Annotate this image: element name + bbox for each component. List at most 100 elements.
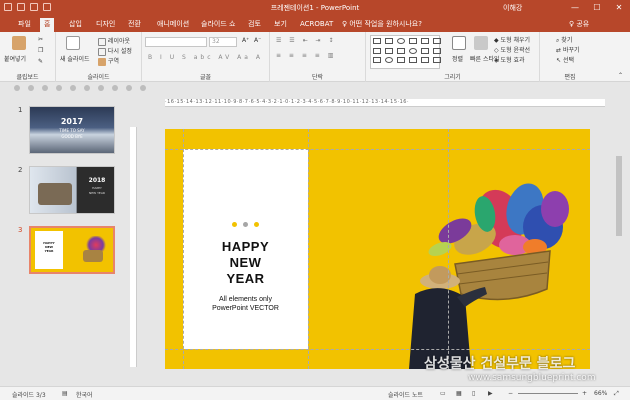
thumbnail-text: TIME TO SAY xyxy=(59,128,85,133)
shapes-gallery[interactable] xyxy=(370,35,441,69)
tab-design[interactable]: 디자인 xyxy=(92,18,119,32)
tool-icon[interactable] xyxy=(28,85,34,91)
vertical-scrollbar[interactable] xyxy=(614,96,624,386)
fit-to-window-icon[interactable]: ⤢ xyxy=(614,390,619,398)
reset-button[interactable]: 다시 설정 xyxy=(98,46,132,56)
tab-home[interactable]: 홈 xyxy=(40,18,55,32)
tool-icon[interactable] xyxy=(84,85,90,91)
headline-line: YEAR xyxy=(226,271,265,286)
tool-icon[interactable] xyxy=(56,85,62,91)
share-button[interactable]: ♀ 공유 xyxy=(565,18,593,32)
tab-view[interactable]: 보기 xyxy=(270,18,291,32)
tab-review[interactable]: 검토 xyxy=(244,18,265,32)
language-status[interactable]: 한국어 xyxy=(76,390,93,399)
group-label-drawing: 그리기 xyxy=(444,74,461,81)
new-slide-button[interactable]: 새 슬라이드 xyxy=(60,54,90,63)
tool-icon[interactable] xyxy=(126,85,132,91)
decorative-dots xyxy=(183,221,308,229)
reset-icon xyxy=(98,47,106,56)
thumbnail-number: 2 xyxy=(18,166,23,174)
font-name-field[interactable] xyxy=(145,37,207,47)
shrink-font-icon[interactable]: A⁻ xyxy=(254,37,261,44)
tab-acrobat[interactable]: ACROBAT xyxy=(296,18,337,32)
notes-button[interactable]: 슬라이드 노트 xyxy=(388,390,423,399)
white-text-card[interactable]: HAPPY NEW YEAR All elements only PowerPo… xyxy=(183,149,308,349)
font-format-buttons[interactable]: B I U S abc AV Aa A xyxy=(148,54,263,61)
format-painter-icon[interactable]: ✎ xyxy=(38,58,43,65)
thumbnail-text: NEW YEAR xyxy=(89,191,105,195)
thumbnail-text: 2017 xyxy=(60,117,84,126)
tab-insert[interactable]: 삽입 xyxy=(65,18,86,32)
zoom-in-icon[interactable]: + xyxy=(582,390,587,397)
current-slide[interactable]: HAPPY NEW YEAR All elements only PowerPo… xyxy=(165,129,590,369)
slide-sorter-icon[interactable]: ▦ xyxy=(456,390,462,397)
layout-button[interactable]: 레이아웃 xyxy=(98,36,130,46)
collapse-ribbon-icon[interactable]: ⌃ xyxy=(618,72,623,79)
tab-file[interactable]: 파일 xyxy=(14,18,35,32)
shape-outline-button[interactable]: ◇ 도형 윤곽선 xyxy=(494,45,530,54)
thumbnail-number: 1 xyxy=(18,106,23,114)
dot xyxy=(243,222,248,227)
tool-icon[interactable] xyxy=(112,85,118,91)
thumbnail-slide-1[interactable]: 2017 TIME TO SAY GOOD BYE xyxy=(29,106,115,154)
thumbnail-slide-3[interactable]: HAPPY NEW YEAR xyxy=(29,226,115,274)
copy-icon[interactable]: ❐ xyxy=(38,47,43,54)
arrange-button[interactable]: 정렬 xyxy=(452,54,463,63)
group-label-font: 글꼴 xyxy=(199,74,212,81)
tool-icon[interactable] xyxy=(70,85,76,91)
font-size-field[interactable]: 32 xyxy=(209,37,237,47)
guide-line xyxy=(448,129,449,369)
shape-fill-button[interactable]: ◆ 도형 채우기 xyxy=(494,35,530,44)
zoom-level[interactable]: 66% xyxy=(594,390,607,397)
tab-animations[interactable]: 애니메이션 xyxy=(153,18,193,32)
grow-font-icon[interactable]: A⁺ xyxy=(242,37,249,44)
maximize-button[interactable]: ☐ xyxy=(586,0,608,16)
slideshow-view-icon[interactable]: ▶ xyxy=(488,390,493,397)
section-button[interactable]: 구역 xyxy=(98,56,119,66)
tell-me-search[interactable]: ♀ 어떤 작업을 원하시나요? xyxy=(338,18,426,32)
replace-button[interactable]: ⇄ 바꾸기 xyxy=(556,45,580,54)
replace-icon: ⇄ xyxy=(556,47,562,54)
close-button[interactable]: ✕ xyxy=(608,0,630,16)
proofing-icon[interactable]: ▤ xyxy=(62,390,68,397)
normal-view-icon[interactable]: ▭ xyxy=(440,390,446,397)
jeep-image xyxy=(38,183,72,205)
find-icon: ⌕ xyxy=(556,37,560,44)
paste-button[interactable]: 붙여넣기 xyxy=(4,54,26,63)
subtitle-line: All elements only xyxy=(219,296,272,303)
headline-text[interactable]: HAPPY NEW YEAR xyxy=(183,239,308,287)
photo-person-with-flower-basket[interactable] xyxy=(395,169,585,369)
shape-fill-icon: ◆ xyxy=(494,37,499,44)
scrollbar-thumb[interactable] xyxy=(616,156,622,236)
tab-slideshow[interactable]: 슬라이드 쇼 xyxy=(197,18,239,32)
list-buttons[interactable]: ☰ ☰ ⇤ ⇥ ↕ xyxy=(276,37,336,44)
thumbnail-number: 3 xyxy=(18,226,23,234)
tool-icon[interactable] xyxy=(140,85,146,91)
minimize-button[interactable]: — xyxy=(564,0,586,16)
user-name[interactable]: 이해강 xyxy=(503,3,522,13)
guide-line xyxy=(183,129,184,369)
zoom-slider[interactable] xyxy=(518,393,578,394)
find-button[interactable]: ⌕ 찾기 xyxy=(556,35,572,45)
align-buttons[interactable]: ≡ ≡ ≡ ≡ ▥ xyxy=(276,52,336,59)
shape-effects-button[interactable]: ◈ 도형 효과 xyxy=(494,55,525,64)
blog-watermark: 삼성물산 건설부문 블로그 xyxy=(424,356,576,372)
tool-icon[interactable] xyxy=(42,85,48,91)
tool-icon[interactable] xyxy=(14,85,20,91)
zoom-out-icon[interactable]: − xyxy=(508,390,513,397)
thumbnail-text: GOOD BYE xyxy=(61,134,83,139)
headline-line: NEW xyxy=(229,255,262,270)
quick-styles-icon[interactable] xyxy=(474,36,488,50)
tool-icon[interactable] xyxy=(98,85,104,91)
new-slide-icon[interactable] xyxy=(66,36,80,50)
arrange-icon[interactable] xyxy=(452,36,466,50)
tab-transitions[interactable]: 전환 xyxy=(124,18,145,32)
paste-icon[interactable] xyxy=(12,36,26,50)
cut-icon[interactable]: ✂ xyxy=(38,36,43,43)
subtitle-text[interactable]: All elements only PowerPoint VECTOR xyxy=(183,295,308,313)
reading-view-icon[interactable]: ▯ xyxy=(472,390,475,397)
slide-number-status: 슬라이드 3/3 xyxy=(12,392,46,399)
thumbnail-slide-2[interactable]: 2018 HAPPY NEW YEAR xyxy=(29,166,115,214)
select-button[interactable]: ↖ 선택 xyxy=(556,55,574,64)
thumbnail-text: HAPPY xyxy=(92,186,102,190)
